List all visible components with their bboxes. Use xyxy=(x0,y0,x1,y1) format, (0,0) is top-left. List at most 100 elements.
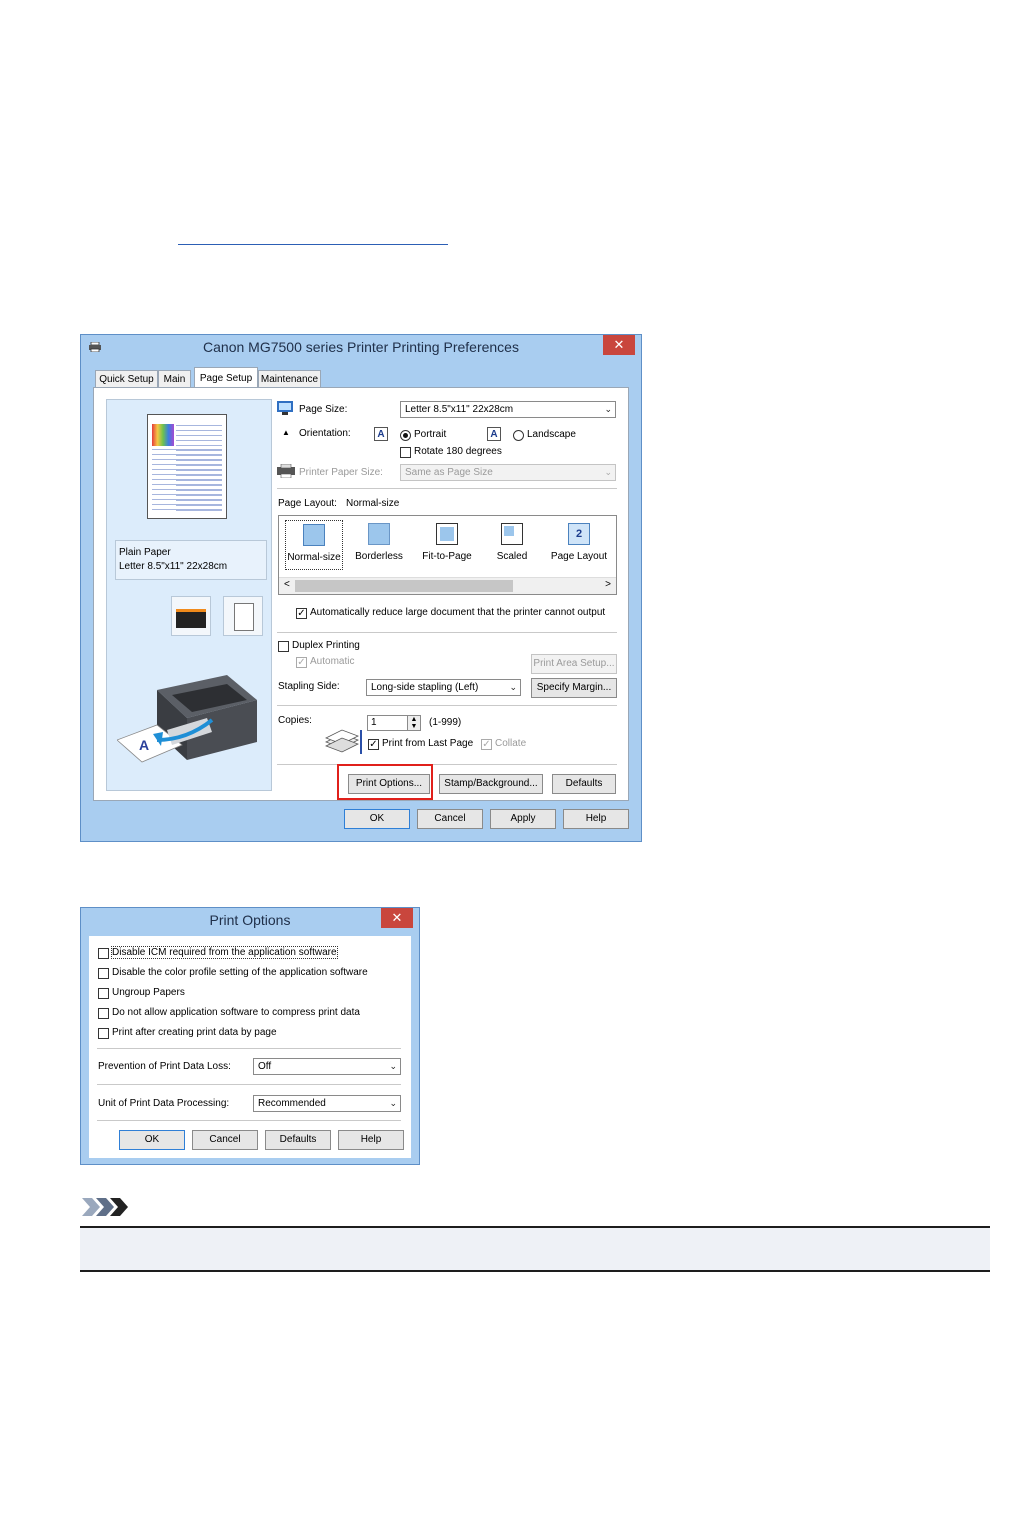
unit-label: Unit of Print Data Processing: xyxy=(98,1098,230,1109)
tab-quick-setup[interactable]: Quick Setup xyxy=(95,370,158,387)
printer-paper-size-label: Printer Paper Size: xyxy=(299,467,383,478)
landscape-label[interactable]: Landscape xyxy=(527,429,576,440)
layout-item-fit-to-page[interactable]: Fit-to-Page xyxy=(417,520,477,568)
ok-button[interactable]: OK xyxy=(119,1130,185,1150)
close-icon: ✕ xyxy=(613,337,625,352)
stepper-arrows-icon[interactable]: ▲ ▼ xyxy=(407,716,420,730)
page-size-select[interactable]: Letter 8.5"x11" 22x28cm ⌄ xyxy=(400,401,616,418)
collate-checkbox: ✓ xyxy=(481,739,492,750)
prevention-select[interactable]: Off ⌄ xyxy=(253,1058,401,1075)
landscape-radio[interactable] xyxy=(513,430,524,441)
disable-color-profile-label[interactable]: Disable the color profile setting of the… xyxy=(112,967,368,978)
scroll-thumb[interactable] xyxy=(295,580,513,592)
horizontal-scrollbar[interactable]: < > xyxy=(279,577,616,594)
portrait-label[interactable]: Portrait xyxy=(414,429,446,440)
divider xyxy=(277,488,617,489)
chevron-down-icon: ⌄ xyxy=(604,467,612,477)
print-from-last-page-checkbox[interactable]: ✓ xyxy=(368,739,379,750)
copies-range: (1-999) xyxy=(429,717,462,728)
stapling-side-select[interactable]: Long-side stapling (Left) ⌄ xyxy=(366,679,521,696)
help-button[interactable]: Help xyxy=(338,1130,404,1150)
color-bars xyxy=(152,424,174,446)
disable-color-profile-checkbox[interactable] xyxy=(98,968,109,979)
title-bar[interactable]: Canon MG7500 series Printer Printing Pre… xyxy=(81,335,641,361)
divider xyxy=(277,764,617,765)
layout-item-label: Scaled xyxy=(496,551,528,562)
duplex-label[interactable]: Duplex Printing xyxy=(292,640,360,651)
close-button[interactable]: ✕ xyxy=(381,908,413,928)
prevention-label: Prevention of Print Data Loss: xyxy=(98,1061,231,1072)
portrait-icon: A xyxy=(374,427,388,441)
layout-item-normal-size[interactable]: Normal-size xyxy=(285,520,343,570)
text-lines-lower xyxy=(152,449,222,511)
layout-item-page-layout[interactable]: 2 Page Layout xyxy=(549,520,609,568)
page-layout-list[interactable]: Normal-size Borderless Fit-to-Page Scale… xyxy=(278,515,617,595)
specify-margin-button[interactable]: Specify Margin... xyxy=(531,678,617,698)
svg-text:A: A xyxy=(139,737,149,753)
scaled-icon xyxy=(501,523,523,545)
print-by-page-checkbox[interactable] xyxy=(98,1028,109,1039)
tab-page-setup[interactable]: Page Setup xyxy=(194,367,258,388)
tab-maintenance[interactable]: Maintenance xyxy=(258,370,321,387)
disable-icm-label[interactable]: Disable ICM required from the applicatio… xyxy=(111,946,338,959)
document-link-underline[interactable] xyxy=(178,244,448,245)
dialog-title: Print Options xyxy=(209,912,291,928)
stapling-side-label: Stapling Side: xyxy=(278,681,340,692)
page-size-label: Page Size: xyxy=(299,404,348,415)
note-icon xyxy=(82,1198,128,1216)
print-by-page-label[interactable]: Print after creating print data by page xyxy=(112,1027,277,1038)
layout-item-scaled[interactable]: Scaled xyxy=(484,520,540,568)
paper-size: Letter 8.5"x11" 22x28cm xyxy=(119,561,228,572)
scroll-left-icon[interactable]: < xyxy=(284,579,290,590)
highlight-print-options xyxy=(337,764,433,800)
defaults-button[interactable]: Defaults xyxy=(265,1130,331,1150)
apply-button[interactable]: Apply xyxy=(490,809,556,829)
print-area-setup-button: Print Area Setup... xyxy=(531,654,617,674)
no-compress-label[interactable]: Do not allow application software to com… xyxy=(112,1007,360,1018)
scroll-right-icon[interactable]: > xyxy=(605,579,611,590)
cancel-button[interactable]: Cancel xyxy=(417,809,483,829)
paper-info-box: Plain Paper Letter 8.5"x11" 22x28cm xyxy=(115,540,267,580)
note-box xyxy=(80,1226,990,1272)
page-layout-icon: 2 xyxy=(568,523,590,545)
copies-stepper[interactable]: 1 ▲ ▼ xyxy=(367,715,421,731)
copies-label: Copies: xyxy=(278,715,312,726)
ok-button[interactable]: OK xyxy=(344,809,410,829)
layout-item-borderless[interactable]: Borderless xyxy=(351,520,407,568)
normal-size-icon xyxy=(303,524,325,546)
cancel-button[interactable]: Cancel xyxy=(192,1130,258,1150)
auto-reduce-checkbox[interactable]: ✓ xyxy=(296,608,307,619)
chevron-down-icon: ⌄ xyxy=(604,404,612,414)
help-button[interactable]: Help xyxy=(563,809,629,829)
layout-item-label: Borderless xyxy=(355,551,403,562)
printer-paper-size-select: Same as Page Size ⌄ xyxy=(400,464,616,481)
chevron-down-icon: ⌄ xyxy=(389,1098,397,1108)
orientation-label: Orientation: xyxy=(299,428,351,439)
disable-icm-checkbox[interactable] xyxy=(98,948,109,959)
divider xyxy=(97,1120,401,1121)
printer-paper-size-value: Same as Page Size xyxy=(405,467,493,478)
page-layout-value: Normal-size xyxy=(346,498,400,509)
stamp-background-button[interactable]: Stamp/Background... xyxy=(439,774,543,794)
automatic-label: Automatic xyxy=(310,656,355,667)
ungroup-papers-label[interactable]: Ungroup Papers xyxy=(112,987,185,998)
print-from-last-page-label[interactable]: Print from Last Page xyxy=(382,738,473,749)
no-compress-checkbox[interactable] xyxy=(98,1008,109,1019)
auto-reduce-label[interactable]: Automatically reduce large document that… xyxy=(310,607,605,618)
portrait-radio[interactable] xyxy=(400,430,411,441)
divider xyxy=(277,632,617,633)
duplex-checkbox[interactable] xyxy=(278,641,289,652)
close-button[interactable]: ✕ xyxy=(603,335,635,355)
divider xyxy=(97,1048,401,1049)
defaults-button[interactable]: Defaults xyxy=(552,774,616,794)
page-layout-label: Page Layout: xyxy=(278,498,337,509)
layout-item-label: Normal-size xyxy=(287,552,341,563)
unit-value: Recommended xyxy=(258,1098,326,1109)
title-bar[interactable]: Print Options ✕ xyxy=(81,908,419,934)
rotate-180-label[interactable]: Rotate 180 degrees xyxy=(414,446,502,457)
tab-main[interactable]: Main xyxy=(158,370,191,387)
ungroup-papers-checkbox[interactable] xyxy=(98,988,109,999)
landscape-icon: A xyxy=(487,427,501,441)
unit-select[interactable]: Recommended ⌄ xyxy=(253,1095,401,1112)
rotate-180-checkbox[interactable] xyxy=(400,447,411,458)
